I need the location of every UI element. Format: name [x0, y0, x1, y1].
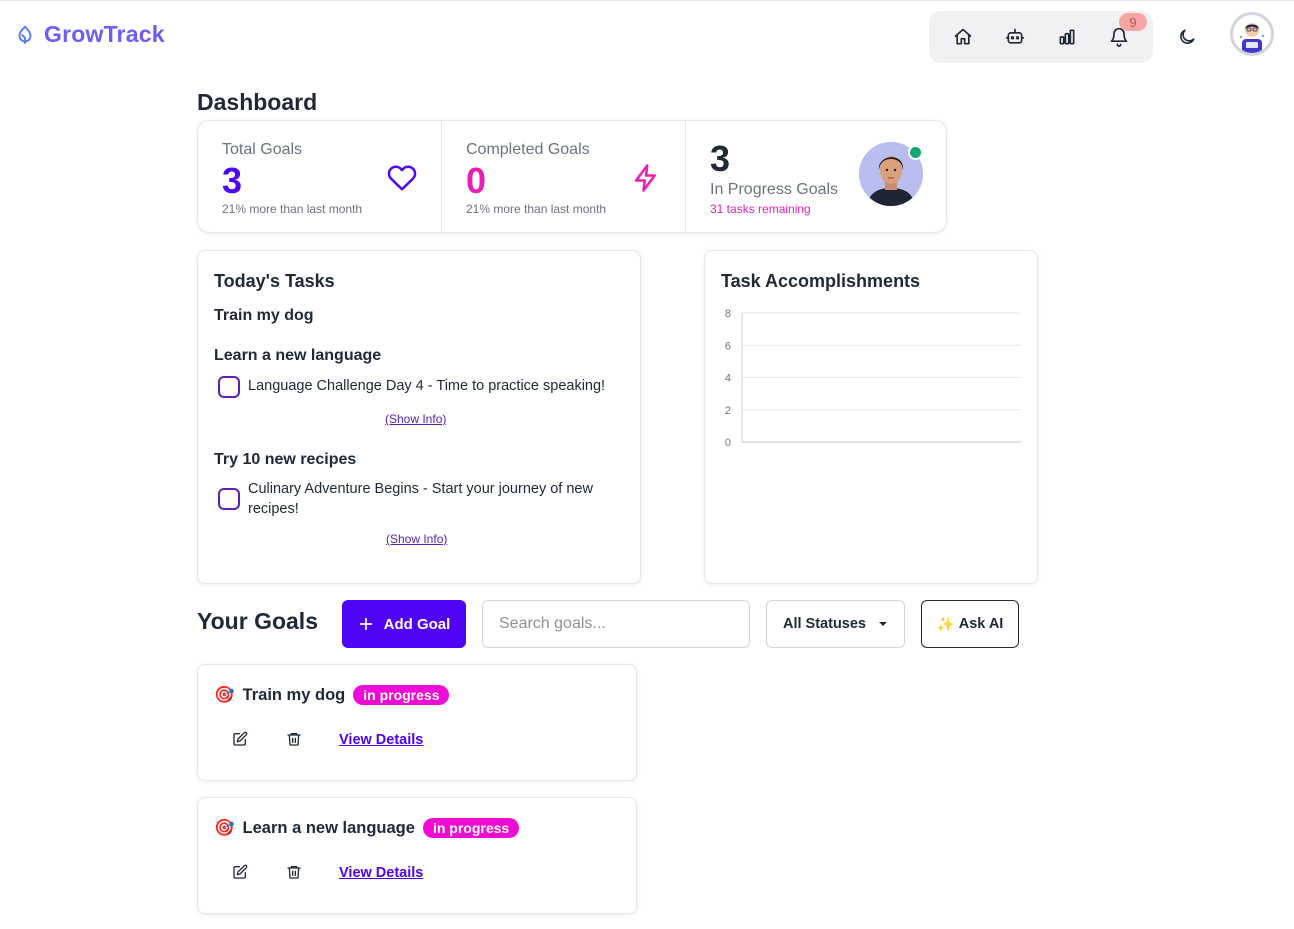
task-item: Culinary Adventure Begins - Start your j… [218, 479, 618, 519]
goal-title-row: 🎯 Learn a new language in progress [214, 818, 520, 838]
y-tick-label: 4 [725, 373, 731, 385]
status-filter-select[interactable]: All Statuses [766, 600, 905, 648]
leaf-icon [18, 25, 32, 44]
show-info-link[interactable]: (Show Info) [386, 532, 447, 546]
goal-card: 🎯 Learn a new language in progress View … [197, 797, 637, 914]
target-icon: 🎯 [214, 818, 235, 837]
trash-icon[interactable] [284, 862, 304, 882]
stat-label: Total Goals [222, 141, 303, 158]
edit-icon[interactable] [230, 729, 250, 749]
goal-title: Learn a new language [242, 818, 415, 837]
stat-completed-goals: Completed Goals 0 21% more than last mon… [442, 121, 686, 232]
ask-ai-button[interactable]: ✨ Ask AI [921, 600, 1019, 648]
trash-icon[interactable] [284, 729, 304, 749]
y-tick-label: 0 [725, 437, 731, 449]
stat-value: 3 [710, 138, 731, 179]
task-accomplishments-card: Task Accomplishments 86420 [704, 250, 1038, 584]
card-title: Today's Tasks [214, 271, 335, 291]
goal-title: Train my dog [242, 685, 346, 704]
edit-icon[interactable] [230, 862, 250, 882]
task-text: Culinary Adventure Begins - Start your j… [248, 481, 593, 517]
status-filter-value: All Statuses [783, 616, 866, 632]
stat-in-progress: 3 In Progress Goals 31 tasks remaining [686, 121, 946, 232]
top-nav: 9 [929, 11, 1153, 63]
bolt-icon [634, 164, 656, 192]
y-tick-label: 8 [725, 308, 731, 320]
chart-icon[interactable] [1053, 23, 1081, 51]
y-tick-label: 2 [725, 405, 731, 417]
goal-card: 🎯 Train my dog in progress View Details [197, 664, 637, 781]
goals-section-title: Your Goals [197, 608, 318, 634]
task-checkbox[interactable] [218, 376, 240, 398]
app-logo[interactable]: GrowTrack [14, 21, 165, 48]
plus-icon [359, 617, 372, 631]
page-title: Dashboard [197, 89, 318, 115]
view-details-link[interactable]: View Details [339, 732, 423, 748]
goal-title-row: 🎯 Train my dog in progress [214, 685, 450, 705]
status-badge: in progress [353, 685, 450, 705]
y-tick-label: 6 [725, 340, 731, 352]
accomplishments-chart: 8 6 4 2 0 [725, 308, 1021, 449]
moon-icon[interactable] [1175, 25, 1199, 49]
notification-badge: 9 [1119, 13, 1147, 31]
stat-label: Completed Goals [466, 141, 590, 158]
add-goal-button[interactable]: Add Goal [342, 600, 466, 648]
stat-label: In Progress Goals [710, 181, 839, 198]
stat-desc: 31 tasks remaining [710, 202, 811, 216]
view-details-link[interactable]: View Details [339, 865, 423, 881]
caret-down-icon [879, 622, 887, 626]
ask-ai-label: Ask AI [958, 616, 1004, 632]
show-info-link[interactable]: (Show Info) [385, 412, 446, 426]
stat-value: 0 [466, 160, 487, 201]
stat-desc: 21% more than last month [466, 202, 607, 216]
stat-desc: 21% more than last month [222, 202, 363, 216]
bell-icon[interactable]: 9 [1105, 13, 1147, 51]
task-checkbox[interactable] [218, 488, 240, 510]
app-name: GrowTrack [44, 21, 165, 47]
stats-panel: Total Goals 3 21% more than last month C… [197, 120, 947, 233]
heart-icon [387, 165, 417, 191]
online-status-dot [908, 145, 923, 160]
bot-icon[interactable] [1001, 23, 1029, 51]
add-goal-label: Add Goal [383, 615, 451, 633]
home-icon[interactable] [949, 23, 977, 51]
sparkles-icon: ✨ [936, 616, 955, 633]
stat-value: 3 [222, 160, 243, 201]
status-badge: in progress [422, 818, 520, 838]
user-avatar[interactable] [1230, 12, 1274, 56]
target-icon: 🎯 [214, 685, 235, 704]
stat-total-goals: Total Goals 3 21% more than last month [198, 121, 442, 232]
todays-tasks-card: Today's Tasks Train my dog Learn a new l… [197, 250, 641, 584]
task-goal-heading: Train my dog [214, 307, 314, 324]
task-goal-heading: Try 10 new recipes [214, 451, 357, 468]
task-text: Language Challenge Day 4 - Time to pract… [248, 378, 606, 394]
task-item: Language Challenge Day 4 - Time to pract… [218, 376, 628, 398]
task-goal-heading: Learn a new language [214, 347, 382, 364]
search-goals-input[interactable] [482, 600, 750, 648]
